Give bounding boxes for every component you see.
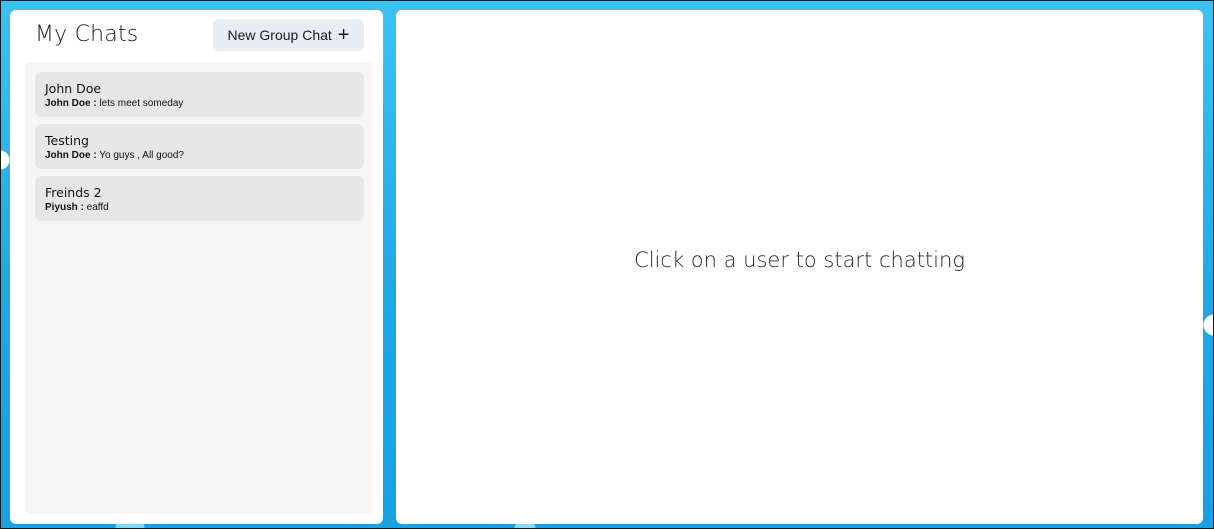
chat-name: Testing [45, 133, 89, 148]
chat-name: Freinds 2 [45, 185, 102, 200]
chat-message-text: Yo guys , All good? [96, 150, 184, 161]
chat-latest-message: John Doe : Yo guys , All good? [45, 149, 354, 162]
chat-list-item[interactable]: Testing John Doe : Yo guys , All good? [35, 124, 364, 169]
chat-message-sender: John Doe : [45, 98, 97, 109]
chat-message-sender: John Doe : [45, 150, 97, 161]
chat-panel: Click on a user to start chatting [396, 10, 1203, 524]
chat-placeholder-text: Click on a user to start chatting [634, 248, 965, 272]
sidebar-header: My Chats New Group Chat + [10, 10, 383, 66]
chat-list-item[interactable]: John Doe John Doe : lets meet someday [35, 72, 364, 117]
sidebar-title: My Chats [35, 22, 139, 47]
chat-list: John Doe John Doe : lets meet someday Te… [25, 62, 373, 514]
chat-message-text: eaffd [83, 202, 109, 213]
chat-name: John Doe [45, 81, 102, 96]
new-group-chat-label: New Group Chat [227, 27, 332, 43]
chat-message-sender: Piyush : [45, 202, 84, 213]
plus-icon: + [337, 24, 350, 46]
chat-message-text: lets meet someday [96, 98, 184, 109]
chat-list-item[interactable]: Freinds 2 Piyush : eaffd [35, 176, 364, 221]
chat-latest-message: John Doe : lets meet someday [45, 97, 354, 110]
new-group-chat-button[interactable]: New Group Chat + [213, 19, 364, 51]
chat-latest-message: Piyush : eaffd [45, 201, 354, 214]
my-chats-sidebar: My Chats New Group Chat + John Doe John … [10, 10, 383, 524]
